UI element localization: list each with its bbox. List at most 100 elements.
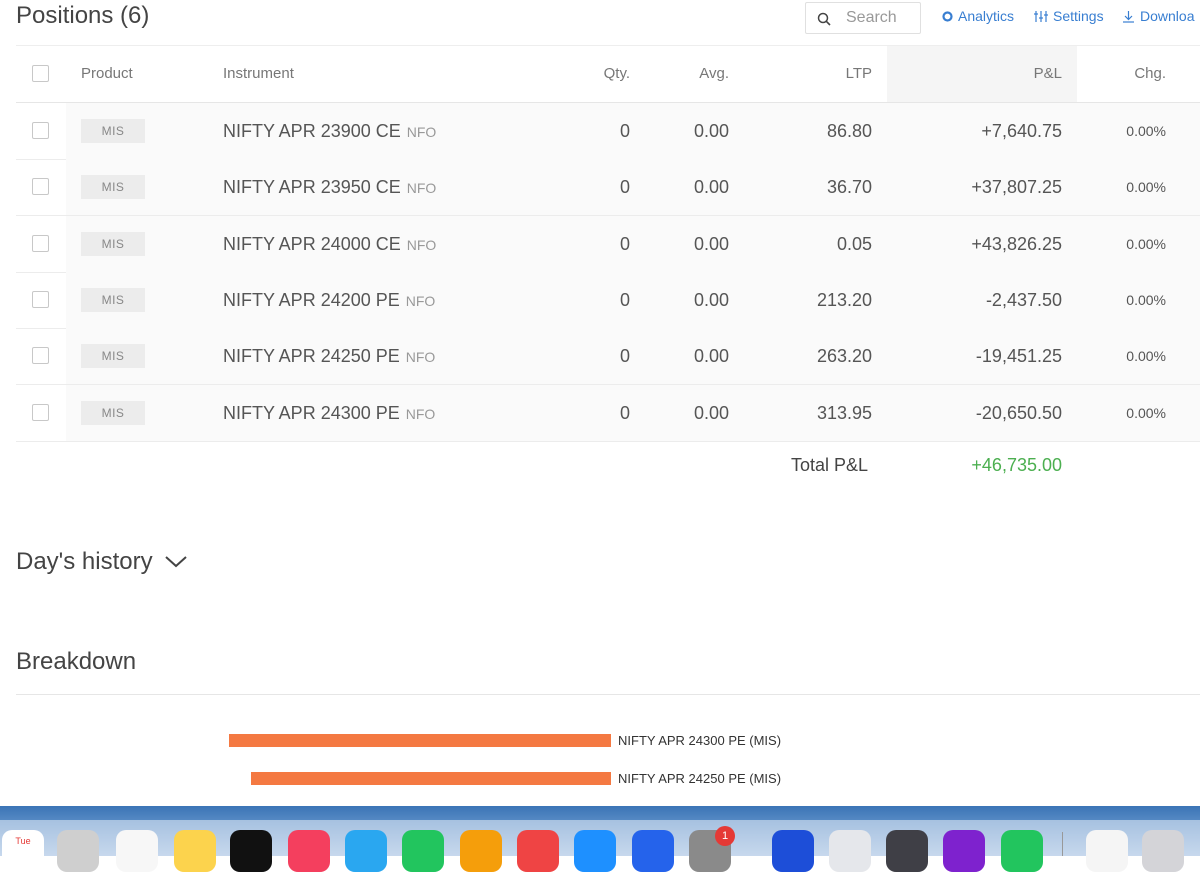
apple-tv-icon[interactable] [230,830,272,872]
sliders-icon [1034,10,1048,22]
header-pnl[interactable]: P&L [896,46,1062,102]
download-label: Downloa [1140,8,1195,24]
analytics-icon [942,10,953,22]
product-badge: MIS [81,175,145,199]
document-icon[interactable] [1086,830,1128,872]
ltp-cell: 0.05 [836,234,872,254]
row-checkbox[interactable] [32,178,49,195]
app-store-icon[interactable] [574,830,616,872]
ltp-cell: 313.95 [816,403,872,423]
header-qty[interactable]: Qty. [556,46,630,102]
trash-icon[interactable] [1142,830,1184,872]
exchange-label: NFO [405,349,436,365]
chrome-icon[interactable] [829,830,871,872]
exchange-label: NFO [406,237,437,253]
pages-icon[interactable] [460,830,502,872]
select-all-checkbox[interactable] [32,65,49,82]
pnl-cell: +37,807.25 [971,177,1062,197]
day-history-toggle[interactable]: Day's history [16,548,187,576]
download-link[interactable]: Downloa [1122,8,1194,24]
breakdown-bar-label: NIFTY APR 24250 PE (MIS) [618,771,782,786]
header-instrument[interactable]: Instrument [223,46,294,102]
analytics-link[interactable]: Analytics [942,8,1014,24]
instrument-name: NIFTY APR 24300 PE [223,403,400,423]
instrument-cell[interactable]: NIFTY APR 23950 CE NFO [223,159,436,215]
product-badge: MIS [81,119,145,143]
dock-separator [1062,832,1063,856]
breakdown-bar[interactable] [229,734,611,747]
page-title: Positions (6) [16,2,150,29]
rocketsim-icon[interactable] [517,830,559,872]
numbers-icon[interactable] [402,830,444,872]
avg-cell: 0.00 [693,234,729,254]
calendar-day-label: Tue [15,836,31,846]
search-input[interactable] [844,8,920,28]
reminders-icon[interactable] [116,830,158,872]
product-badge: MIS [81,288,145,312]
avg-cell: 0.00 [693,403,729,423]
breakdown-bar[interactable] [251,772,611,785]
avg-cell: 0.00 [693,177,729,197]
avg-cell: 0.00 [693,346,729,366]
header-chg[interactable]: Chg. [1096,46,1166,102]
product-badge: MIS [81,401,145,425]
instrument-cell[interactable]: NIFTY APR 24200 PE NFO [223,272,435,328]
header-product[interactable]: Product [81,46,133,102]
table-row[interactable]: MIS NIFTY APR 24300 PE NFO 0 0.00 313.95 -20,6… [16,385,1200,442]
table-row[interactable]: MIS NIFTY APR 23950 CE NFO 0 0.00 36.70 +37,80… [16,159,1200,216]
chevron-down-icon [164,556,187,568]
notes-icon[interactable] [174,830,216,872]
chg-cell: 0.00% [1126,123,1166,139]
breakdown-bar-label: NIFTY APR 24300 PE (MIS) [618,733,782,748]
chg-cell: 0.00% [1126,405,1166,421]
settings-link[interactable]: Settings [1034,8,1104,24]
product-badge: MIS [81,344,145,368]
table-row[interactable]: MIS NIFTY APR 24000 CE NFO 0 0.00 0.05 +43,826… [16,216,1200,273]
divider [16,694,1200,695]
table-row[interactable]: MIS NIFTY APR 23900 CE NFO 0 0.00 86.80 +7,640… [16,103,1200,160]
search-icon [817,12,831,26]
download-icon [1123,10,1134,23]
instrument-name: NIFTY APR 23900 CE [223,121,401,141]
row-checkbox[interactable] [32,122,49,139]
music-icon[interactable] [288,830,330,872]
header-ltp[interactable]: LTP [756,46,872,102]
product-badge: MIS [81,232,145,256]
chg-cell: 0.00% [1126,348,1166,364]
keynote-icon[interactable] [345,830,387,872]
chg-cell: 0.00% [1126,236,1166,252]
instrument-cell[interactable]: NIFTY APR 23900 CE NFO [223,103,436,159]
instrument-name: NIFTY APR 24250 PE [223,346,400,366]
day-history-label: Day's history [16,548,153,575]
chg-cell: 0.00% [1126,292,1166,308]
instrument-name: NIFTY APR 24000 CE [223,234,401,254]
instrument-name: NIFTY APR 24200 PE [223,290,400,310]
row-checkbox[interactable] [32,235,49,252]
instrument-cell[interactable]: NIFTY APR 24000 CE NFO [223,216,436,272]
instrument-cell[interactable]: NIFTY APR 24250 PE NFO [223,328,435,384]
notification-badge: 1 [715,826,735,846]
header-avg[interactable]: Avg. [646,46,729,102]
chg-cell: 0.00% [1126,179,1166,195]
row-checkbox[interactable] [32,291,49,308]
windows-app-icon[interactable] [772,830,814,872]
exchange-label: NFO [406,180,437,196]
pnl-cell: -2,437.50 [985,290,1062,310]
calendar-icon[interactable]: Tue [2,830,44,872]
search-box[interactable] [805,2,921,34]
row-checkbox[interactable] [32,347,49,364]
simulator-icon[interactable] [632,830,674,872]
app-icon[interactable] [943,830,985,872]
contacts-icon[interactable] [57,830,99,872]
ltp-cell: 86.80 [826,121,872,141]
pnl-cell: -19,451.25 [975,346,1062,366]
ltp-cell: 263.20 [816,346,872,366]
row-checkbox[interactable] [32,404,49,421]
ltp-cell: 36.70 [826,177,872,197]
calculator-icon[interactable] [886,830,928,872]
qty-cell: 0 [619,290,630,310]
whatsapp-icon[interactable] [1001,830,1043,872]
instrument-cell[interactable]: NIFTY APR 24300 PE NFO [223,385,435,441]
table-row[interactable]: MIS NIFTY APR 24200 PE NFO 0 0.00 213.20 -2,43… [16,272,1200,329]
table-row[interactable]: MIS NIFTY APR 24250 PE NFO 0 0.00 263.20 -19,4… [16,328,1200,385]
